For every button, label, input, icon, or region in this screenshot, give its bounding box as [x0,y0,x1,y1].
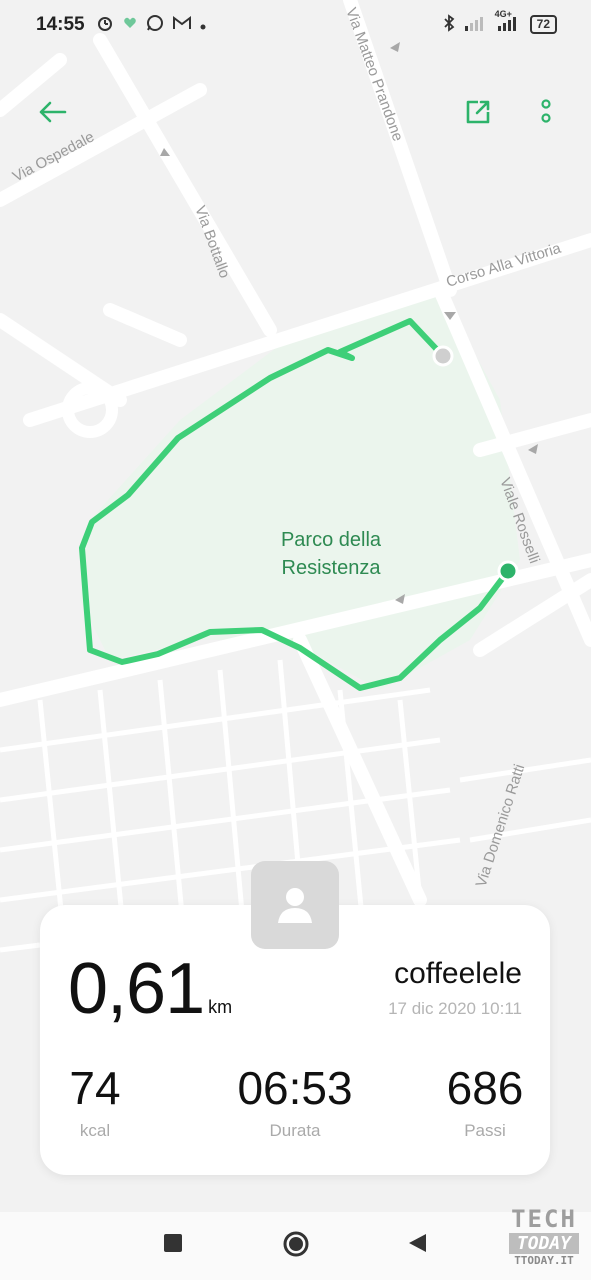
bluetooth-icon [443,14,455,35]
stat-kcal: 74 kcal [65,1065,125,1141]
watermark-line2: TODAY [509,1233,579,1254]
route-end-marker [497,560,519,582]
distance: 0,61 km [68,953,232,1025]
stat-value: 06:53 [237,1062,353,1114]
watermark-line3: TTODAY.IT [514,1254,574,1267]
alarm-icon [96,14,114,37]
battery-icon: 72 [529,15,557,34]
avatar[interactable] [251,861,339,949]
user-name: coffeelele [394,957,522,990]
arrow-left-icon [39,101,67,123]
watermark-logo: TECH TODAY TTODAY.IT [509,1205,579,1267]
recent-apps-button[interactable] [162,1232,184,1259]
status-time: 14:55 [36,14,85,35]
activity-date: 17 dic 2020 10:11 [388,999,522,1018]
dot-icon [200,17,206,35]
back-button[interactable] [32,92,72,132]
more-options-button[interactable] [526,92,566,132]
stat-duration: 06:53 Durata [210,1065,380,1141]
share-icon [466,100,490,124]
stat-steps: 686 Passi [435,1065,535,1141]
distance-value: 0,61 [68,949,205,1029]
whatsapp-icon [146,14,164,37]
share-button[interactable] [458,92,498,132]
stat-label: Passi [464,1121,506,1140]
navigation-bar [0,1212,591,1280]
notification-icons [96,14,206,37]
watermark-line1: TECH [511,1205,577,1233]
park-label: Parco della [281,529,382,551]
user-icon [278,888,312,923]
system-icons: 4G+ 72 [443,9,557,35]
home-button[interactable] [282,1230,310,1263]
route-start-marker [432,345,454,367]
square-icon [164,1234,182,1252]
stat-label: Durata [269,1121,321,1140]
stat-value: 686 [446,1062,524,1114]
stat-label: kcal [79,1121,111,1140]
system-back-button[interactable] [406,1232,428,1259]
distance-unit: km [208,997,233,1017]
signal-icon [464,15,486,34]
network-type: 4G+ [494,9,512,19]
park-label-line2: Resistenza [282,557,382,579]
gmail-icon [173,16,191,35]
status-bar: 14:55 4G+ 72 [0,0,591,50]
stat-value: 74 [69,1062,121,1114]
signal-4g-icon: 4G+ [495,9,521,34]
triangle-back-icon [409,1234,426,1252]
circle-icon [283,1231,309,1257]
more-vertical-icon [541,99,551,123]
heart-icon [123,16,137,35]
